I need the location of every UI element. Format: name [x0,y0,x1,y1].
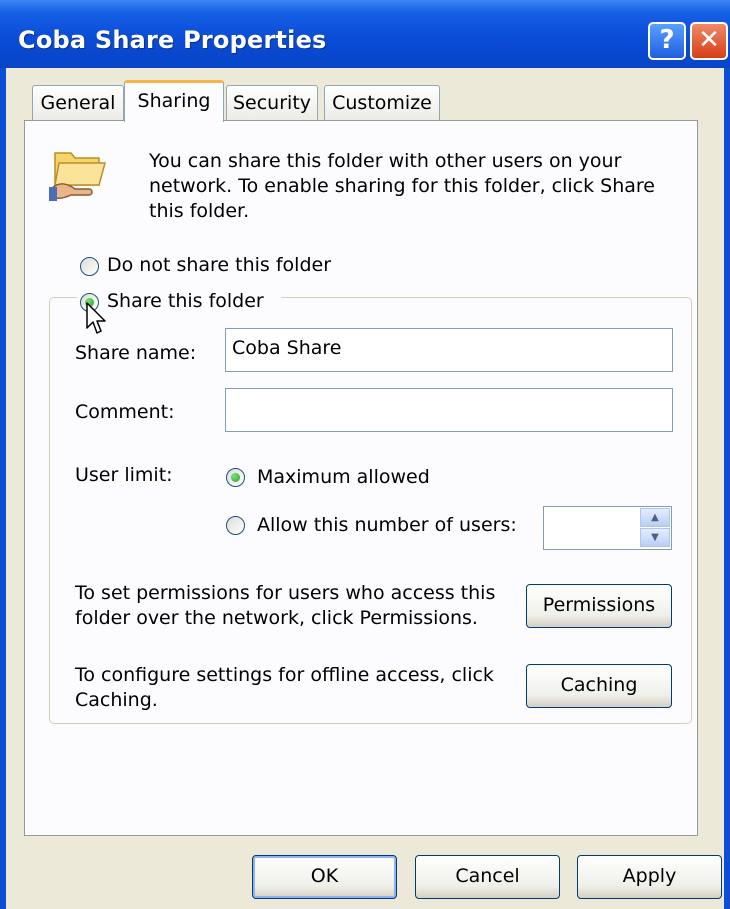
sharing-info-text: You can share this folder with other use… [149,150,655,222]
apply-button[interactable]: Apply [577,855,722,899]
caching-description: To configure settings for offline access… [75,664,494,711]
radio-do-not-share-label[interactable]: Do not share this folder [107,253,331,278]
user-count-spinner[interactable]: ▲ ▼ [543,506,672,550]
dialog-window: Coba Share Properties ? ✕ General Sharin… [0,0,730,909]
tab-customize[interactable]: Customize [324,85,440,121]
radio-maximum-allowed-label[interactable]: Maximum allowed [257,465,430,490]
dialog-body: General Sharing Security Customize You c… [6,68,724,909]
cancel-button[interactable]: Cancel [415,855,560,899]
sharing-panel: You can share this folder with other use… [24,120,698,836]
permissions-description: To set permissions for users who access … [75,582,496,629]
tab-sharing[interactable]: Sharing [124,80,224,122]
radio-allow-number-label[interactable]: Allow this number of users: [257,513,517,538]
shared-folder-icon [49,152,106,201]
radio-allow-number[interactable] [226,516,245,535]
window-title: Coba Share Properties [18,26,327,54]
help-button[interactable]: ? [648,22,686,60]
comment-label: Comment: [75,401,175,423]
permissions-button[interactable]: Permissions [526,584,672,628]
comment-input[interactable] [225,388,673,432]
share-name-input[interactable]: Coba Share [225,328,673,372]
tab-general[interactable]: General [32,85,124,121]
title-bar[interactable]: Coba Share Properties ? ✕ [0,0,730,68]
radio-do-not-share[interactable] [80,257,99,276]
mouse-pointer-icon [86,302,106,334]
spin-down-icon[interactable]: ▼ [640,528,670,547]
user-limit-label: User limit: [75,464,173,486]
radio-maximum-allowed[interactable] [226,468,245,487]
spin-up-icon[interactable]: ▲ [640,508,670,527]
caching-button[interactable]: Caching [526,664,672,708]
radio-share-folder-label[interactable]: Share this folder [107,289,264,314]
share-name-label: Share name: [75,342,197,364]
close-button[interactable]: ✕ [690,22,728,60]
tab-security[interactable]: Security [226,85,318,121]
ok-button[interactable]: OK [252,855,397,899]
